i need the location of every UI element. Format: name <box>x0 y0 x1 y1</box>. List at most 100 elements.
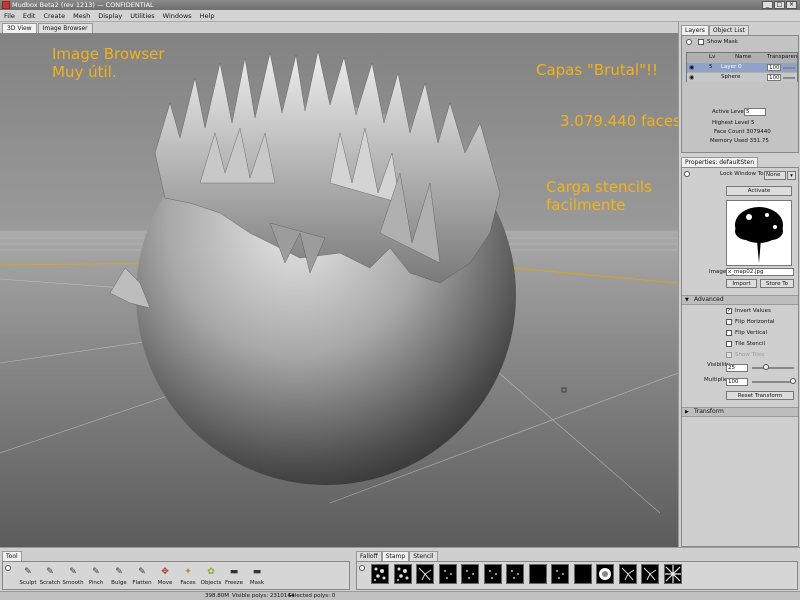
show-tiles-checkbox[interactable] <box>726 352 732 358</box>
menu-help[interactable]: Help <box>200 12 215 20</box>
status-visible-polys: Visible polys: 2310144 <box>232 593 295 599</box>
pivot-marker[interactable] <box>561 387 567 393</box>
reset-transform-button[interactable]: Reset Transform <box>726 391 794 400</box>
tab-stamp[interactable]: Stamp <box>381 551 410 561</box>
tool-smooth[interactable]: ✎ Smooth <box>61 565 85 586</box>
visibility-slider[interactable] <box>752 367 794 369</box>
overlay-faces: 3.079.440 faces <box>560 112 678 130</box>
tab-stencil[interactable]: Stencil <box>409 551 438 561</box>
tool-pinch[interactable]: ✎ Pinch <box>84 565 108 586</box>
freeze-icon: ▬ <box>229 567 239 577</box>
expand-icon[interactable] <box>684 171 690 177</box>
mask-icon: ▬ <box>252 567 262 577</box>
stamp-thumbnail[interactable] <box>528 564 547 584</box>
lock-window-select[interactable]: None <box>764 171 786 180</box>
active-level-label: Active Level <box>712 109 746 115</box>
tab-tool[interactable]: Tool <box>2 551 22 561</box>
multiplier-slider-handle[interactable] <box>790 378 796 384</box>
menu-create[interactable]: Create <box>43 12 65 20</box>
visibility-input[interactable]: 25 <box>726 364 748 372</box>
expand-icon[interactable] <box>359 565 365 571</box>
tool-faces[interactable]: ✦ Faces <box>176 565 200 586</box>
tab-falloff[interactable]: Falloff <box>356 551 382 561</box>
expand-icon[interactable] <box>686 39 692 45</box>
tab-3d-view[interactable]: 3D View <box>2 23 37 33</box>
minimize-button[interactable]: _ <box>762 1 773 9</box>
col-level: Lv <box>709 54 716 60</box>
stamp-thumbnail[interactable] <box>438 564 457 584</box>
tool-sculpt[interactable]: ✎ Sculpt <box>16 565 40 586</box>
expand-icon[interactable] <box>5 565 11 571</box>
stamp-thumbnail[interactable] <box>461 564 479 584</box>
transform-label: Transform <box>694 408 724 415</box>
flip-vertical-checkbox[interactable] <box>726 330 732 336</box>
layer-slider[interactable] <box>783 77 795 79</box>
stamp-thumbnail[interactable] <box>596 564 614 584</box>
stamp-thumbnail[interactable] <box>663 564 682 584</box>
menu-windows[interactable]: Windows <box>163 12 192 20</box>
eye-icon[interactable]: ◉ <box>689 64 694 71</box>
tool-move[interactable]: ✥ Move <box>153 565 177 586</box>
store-to-button[interactable]: Store To <box>760 279 794 288</box>
activate-button[interactable]: Activate <box>726 186 792 196</box>
tool-flatten[interactable]: ✎ Flatten <box>130 565 154 586</box>
show-tiles-label: Show Tiles <box>735 352 765 358</box>
3d-viewport[interactable]: Image Browser Muy útil. Capas "Brutal"!!… <box>0 33 678 547</box>
active-level-input[interactable]: 5 <box>744 108 766 116</box>
properties-box: Lock Window To None ▾ Activate Image x_m… <box>681 167 799 547</box>
overlay-image-browser: Image Browser Muy útil. <box>52 45 165 81</box>
flip-horizontal-label: Flip Horizontal <box>735 319 775 325</box>
stamp-thumbnail[interactable] <box>506 564 524 584</box>
flip-horizontal-checkbox[interactable] <box>726 319 732 325</box>
stamp-thumbnail[interactable] <box>393 564 412 584</box>
menu-utilities[interactable]: Utilities <box>130 12 154 20</box>
status-memory: 398.80M <box>205 593 229 599</box>
tab-object-list[interactable]: Object List <box>708 25 749 35</box>
viewport-scene <box>0 50 678 514</box>
menu-file[interactable]: File <box>4 12 15 20</box>
visibility-slider-handle[interactable] <box>763 364 769 370</box>
tile-stencil-checkbox[interactable] <box>726 341 732 347</box>
stamp-thumbnail[interactable] <box>618 564 637 584</box>
tool-objects[interactable]: ✿ Objects <box>199 565 223 586</box>
eye-icon[interactable]: ◉ <box>689 74 694 81</box>
tab-layers[interactable]: Layers <box>681 25 709 35</box>
close-button[interactable]: × <box>786 1 797 9</box>
scratch-icon: ✎ <box>46 567 54 577</box>
transform-header[interactable]: ▶ Transform <box>682 407 798 417</box>
layer-row[interactable]: ◉ 5 Layer 0 100 <box>687 63 797 72</box>
smooth-icon: ✎ <box>69 567 77 577</box>
invert-values-checkbox[interactable]: ✓ <box>726 308 732 314</box>
layer-slider[interactable] <box>783 67 795 69</box>
stamp-thumbnail[interactable] <box>641 564 659 584</box>
multiplier-slider[interactable] <box>752 381 794 383</box>
import-button[interactable]: Import <box>726 279 757 288</box>
layer-transparency[interactable]: 100 <box>767 74 781 81</box>
show-mask-checkbox[interactable] <box>698 39 704 45</box>
advanced-header[interactable]: ▼ Advanced <box>682 295 798 305</box>
stencil-preview <box>726 200 792 266</box>
menu-edit[interactable]: Edit <box>23 12 36 20</box>
stamp-thumbnail[interactable] <box>416 564 434 584</box>
multiplier-input[interactable]: 100 <box>726 378 748 386</box>
layer-row[interactable]: ◉ Sphere 100 <box>687 73 797 82</box>
right-panel: Layers Object List Show Mask Lv Name Tran… <box>678 22 800 547</box>
tool-scratch[interactable]: ✎ Scratch <box>38 565 62 586</box>
image-input[interactable]: x_map02.jpg <box>726 268 794 276</box>
layer-transparency[interactable]: 100 <box>767 64 781 71</box>
status-bar: 398.80M Visible polys: 2310144 Selected … <box>0 591 800 600</box>
menu-mesh[interactable]: Mesh <box>73 12 90 20</box>
chevron-right-icon: ▶ <box>685 409 689 415</box>
tool-freeze[interactable]: ▬ Freeze <box>222 565 246 586</box>
chevron-down-icon[interactable]: ▾ <box>787 171 796 180</box>
stamp-thumbnail[interactable] <box>573 564 592 584</box>
tab-properties[interactable]: Properties: defaultSten <box>681 157 759 167</box>
tool-mask[interactable]: ▬ Mask <box>245 565 269 586</box>
stamp-thumbnail[interactable] <box>483 564 502 584</box>
stamp-thumbnail[interactable] <box>371 564 389 584</box>
tab-image-browser[interactable]: Image Browser <box>37 23 93 33</box>
maximize-button[interactable]: □ <box>774 1 785 9</box>
menu-display[interactable]: Display <box>98 12 122 20</box>
stamp-thumbnail[interactable] <box>551 564 569 584</box>
tool-bulge[interactable]: ✎ Bulge <box>107 565 131 586</box>
